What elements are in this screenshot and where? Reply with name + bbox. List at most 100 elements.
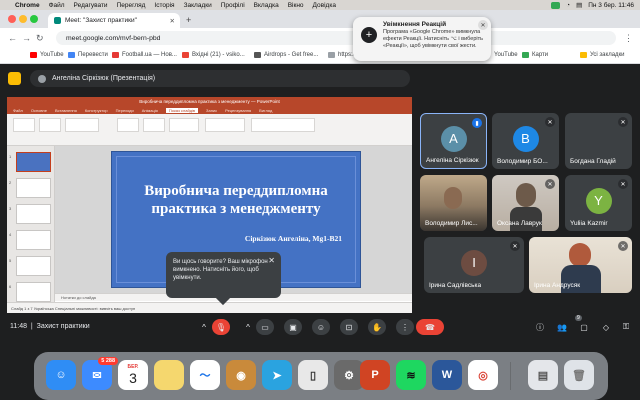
mic-off-icon: ✕ bbox=[618, 241, 628, 251]
participant-tile[interactable]: Y ✕ Yuliia Kazmir bbox=[565, 175, 632, 231]
emoji-button[interactable]: ☺ bbox=[312, 319, 330, 335]
chevron-up-icon[interactable]: ^ bbox=[242, 319, 254, 335]
menu-item-chrome[interactable]: Chrome bbox=[15, 2, 40, 9]
mic-muted-tooltip: Ви щось говорите? Ваш мікрофон вимкнено.… bbox=[166, 252, 281, 306]
participant-tile[interactable]: ✕ Богдана Гладій bbox=[565, 113, 632, 169]
chat-icon[interactable]: ▢ bbox=[578, 319, 590, 335]
thumb-number: 2 bbox=[9, 180, 12, 185]
ribbon-tab: Вигляд bbox=[259, 107, 273, 113]
slide-subtitle: Сіркізюк Ангеліна, Mg1-B21 bbox=[244, 234, 342, 243]
present-button[interactable]: ⊡ bbox=[340, 319, 358, 335]
bookmark-football[interactable]: Football.ua — Нов... bbox=[112, 52, 177, 58]
menu-item-edit[interactable]: Редагувати bbox=[74, 2, 108, 9]
menu-item-view[interactable]: Перегляд bbox=[117, 2, 146, 9]
close-window-button[interactable] bbox=[8, 15, 16, 23]
info-icon[interactable]: ⓘ bbox=[534, 319, 546, 335]
menu-item-bookmarks[interactable]: Закладки bbox=[184, 2, 212, 9]
back-icon[interactable]: ← bbox=[8, 33, 17, 43]
notes-icon[interactable] bbox=[154, 360, 184, 390]
raise-hand-button[interactable]: ✋ bbox=[368, 319, 386, 335]
activities-icon[interactable]: ◇ bbox=[600, 319, 612, 335]
more-menu-icon[interactable]: ⋮ bbox=[624, 33, 633, 44]
menubar-clock[interactable]: Пн 3 бер. 11:46 bbox=[588, 2, 634, 9]
participant-tile[interactable]: I ✕ Ірина Садлівська bbox=[424, 237, 524, 293]
zoom-window-button[interactable] bbox=[30, 15, 38, 23]
close-icon[interactable]: ✕ bbox=[478, 20, 488, 30]
host-controls-icon[interactable]: ⚿ bbox=[620, 319, 632, 335]
menu-item-file[interactable]: Файл bbox=[49, 2, 65, 9]
notification-body: Програма «Google Chrome» вимкнула ефекти… bbox=[383, 29, 483, 49]
mic-off-icon: ✕ bbox=[510, 241, 520, 251]
meet-favicon-icon bbox=[54, 17, 61, 24]
menu-item-window[interactable]: Вікно bbox=[288, 2, 304, 9]
gmail-icon bbox=[182, 52, 189, 58]
ribbon-button bbox=[205, 118, 245, 132]
forward-icon[interactable]: → bbox=[22, 33, 31, 43]
person-silhouette bbox=[444, 187, 462, 209]
spotify-icon[interactable]: ≋ bbox=[396, 360, 426, 390]
bookmark-translate[interactable]: Перевести bbox=[68, 52, 108, 58]
participant-tile[interactable]: Володимир Лис... bbox=[420, 175, 487, 231]
close-tab-icon[interactable]: ✕ bbox=[170, 17, 175, 25]
bookmark-label: Перевести bbox=[78, 52, 108, 58]
word-icon[interactable]: W bbox=[432, 360, 462, 390]
dock-separator bbox=[510, 362, 511, 390]
menu-item-tab[interactable]: Вкладка bbox=[254, 2, 279, 9]
calendar-icon[interactable]: БЕР. 3 bbox=[118, 360, 148, 390]
ribbon-button bbox=[117, 118, 139, 132]
folder-icon bbox=[580, 52, 587, 58]
mic-toggle-button[interactable]: 🎙 bbox=[212, 319, 230, 335]
iphone-mirroring-icon[interactable]: ▯ bbox=[298, 360, 328, 390]
chevron-up-icon[interactable]: ^ bbox=[198, 319, 210, 335]
camera-toggle-button[interactable]: ▭ bbox=[256, 319, 274, 335]
participant-tile[interactable]: ✕ Оксана Лаврук bbox=[492, 175, 559, 231]
bookmark-youtube-2[interactable]: YouTube bbox=[494, 52, 518, 58]
bookmark-label: YouTube bbox=[40, 52, 64, 58]
leave-call-button[interactable]: ☎ bbox=[416, 319, 444, 335]
bookmark-airdrops[interactable]: Airdrops - Get free... bbox=[254, 52, 318, 58]
powerpoint-icon[interactable]: P bbox=[360, 360, 390, 390]
telegram-icon[interactable]: ➤ bbox=[262, 360, 292, 390]
menu-item-profiles[interactable]: Профілі bbox=[221, 2, 245, 9]
minimize-window-button[interactable] bbox=[19, 15, 27, 23]
url-input[interactable]: meet.google.com/mvf-bern-pbd bbox=[56, 31, 616, 45]
menu-item-history[interactable]: Історія bbox=[154, 2, 174, 9]
freeform-icon[interactable]: 〜 bbox=[190, 360, 220, 390]
bookmark-maps[interactable]: Карти bbox=[522, 52, 548, 58]
person-silhouette bbox=[569, 243, 591, 267]
participant-name: Богдана Гладій bbox=[570, 158, 616, 165]
reload-icon[interactable]: ↻ bbox=[36, 33, 44, 44]
ribbon-button bbox=[143, 118, 165, 132]
chrome-icon[interactable]: ◎ bbox=[468, 360, 498, 390]
participant-tile[interactable]: A ▮ Ангеліна Сіркізюк bbox=[420, 113, 487, 169]
bookmark-label: Airdrops - Get free... bbox=[264, 52, 319, 58]
mail-icon[interactable]: ✉ 5 288 bbox=[82, 357, 118, 390]
archive-app-icon[interactable]: ◉ bbox=[226, 360, 256, 390]
reactions-notification[interactable]: + Увімкнення Реакцій Програма «Google Ch… bbox=[353, 17, 491, 61]
ribbon-button bbox=[251, 118, 315, 132]
slide-thumbnails: 1 2 3 4 5 6 bbox=[7, 146, 55, 306]
all-bookmarks[interactable]: Усі закладки bbox=[580, 52, 625, 58]
mic-off-icon: ✕ bbox=[618, 179, 628, 189]
control-center-icon[interactable]: ▤ bbox=[576, 1, 582, 9]
captions-button[interactable]: ▣ bbox=[284, 319, 302, 335]
participant-tile[interactable]: ✕ Ірина Андрусяк bbox=[529, 237, 632, 293]
participant-tile[interactable]: B ✕ Володимир БО... bbox=[492, 113, 559, 169]
browser-tab-meet[interactable]: Meet: "Захист практики" ✕ bbox=[48, 13, 180, 28]
close-icon[interactable]: ✕ bbox=[268, 257, 275, 265]
ribbon-button bbox=[39, 118, 61, 132]
presenter-banner[interactable]: Ангеліна Сіркізюк (Презентація) bbox=[30, 70, 410, 87]
trash-icon[interactable]: 🗑 bbox=[564, 360, 594, 390]
bookmark-gmail[interactable]: Вхідні (21) - vsiko... bbox=[182, 52, 245, 58]
downloads-stack-icon[interactable]: ▤ bbox=[528, 360, 558, 390]
people-icon[interactable]: 👥 9 bbox=[556, 315, 582, 335]
wifi-icon[interactable]: ◔ bbox=[566, 2, 570, 9]
finder-icon[interactable]: ☺ bbox=[46, 360, 76, 390]
menu-item-help[interactable]: Довідка bbox=[313, 2, 336, 9]
new-tab-button[interactable]: + bbox=[186, 15, 191, 25]
powerpoint-titlebar: Виробнича переддипломна практика з менед… bbox=[7, 97, 412, 106]
bookmark-youtube[interactable]: YouTube bbox=[30, 52, 64, 58]
notification-title: Увімкнення Реакцій bbox=[383, 21, 447, 28]
more-options-button[interactable]: ⋮ bbox=[396, 319, 414, 335]
youtube-icon bbox=[30, 52, 37, 58]
